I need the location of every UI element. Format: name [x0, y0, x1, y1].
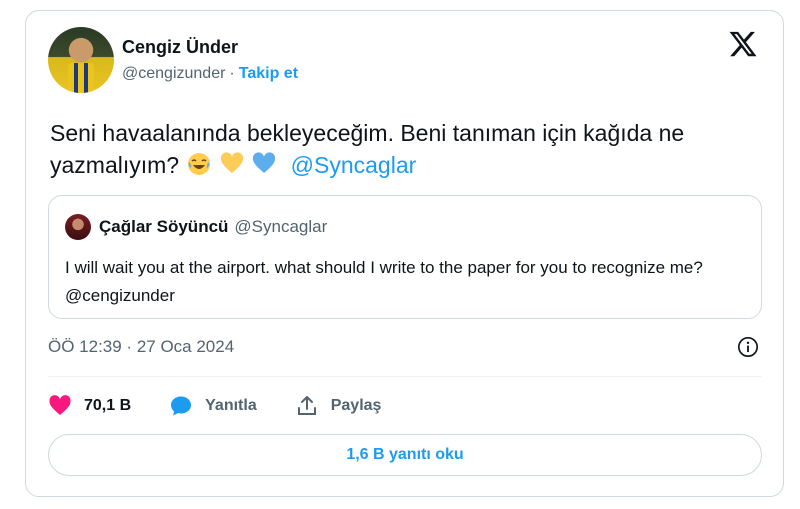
tweet-card: Cengiz Ünder @cengizunder · Takip et Seni …: [25, 10, 784, 497]
reply-label: Yanıtla: [205, 397, 257, 414]
x-logo-icon[interactable]: [727, 29, 759, 59]
blue-heart-icon: [253, 152, 276, 173]
like-count: 70,1 B: [84, 397, 132, 414]
tweet-mention-link[interactable]: @Syncaglar: [291, 152, 417, 178]
share-label: Paylaş: [330, 397, 382, 414]
share-button[interactable]: Paylaş: [295, 394, 382, 418]
yellow-heart-icon: [220, 152, 243, 173]
tweet-timestamp[interactable]: ÖÖ 12:39 · 27 Oca 2024: [48, 337, 234, 357]
quoted-author-name: Çağlar Söyüncü: [99, 217, 229, 236]
info-icon[interactable]: [737, 336, 759, 358]
author-name[interactable]: Cengiz Ünder: [122, 37, 238, 58]
author-avatar[interactable]: [48, 27, 114, 93]
heart-icon: [49, 395, 71, 415]
reply-button[interactable]: Yanıtla: [169, 394, 257, 418]
follow-button[interactable]: Takip et: [239, 65, 298, 82]
like-button[interactable]: 70,1 B: [48, 394, 131, 418]
face-with-tears-of-joy-icon: [188, 153, 211, 175]
quoted-tweet[interactable]: Çağlar Söyüncü @Syncaglar I will wait you…: [48, 195, 762, 319]
handle-separator: ·: [229, 65, 235, 82]
tweet-text: Seni havaalanında bekleyeceğim. Beni tan…: [50, 117, 770, 181]
quoted-author-avatar: [65, 214, 91, 240]
quoted-author-row: Çağlar Söyüncü @Syncaglar: [99, 217, 327, 237]
speech-bubble-icon: [171, 396, 192, 416]
author-handle[interactable]: @cengizunder: [122, 65, 225, 82]
author-handle-row: @cengizunder · Takip et: [122, 65, 298, 83]
divider: [48, 376, 762, 377]
quoted-author-handle: @Syncaglar: [234, 217, 328, 236]
quoted-tweet-text: I will wait you at the airport. what sho…: [65, 258, 703, 305]
action-bar: 70,1 B Yanıtla Paylaş: [48, 391, 419, 421]
read-replies-button[interactable]: 1,6 B yanıtı oku: [48, 434, 762, 476]
share-icon: [297, 396, 316, 415]
